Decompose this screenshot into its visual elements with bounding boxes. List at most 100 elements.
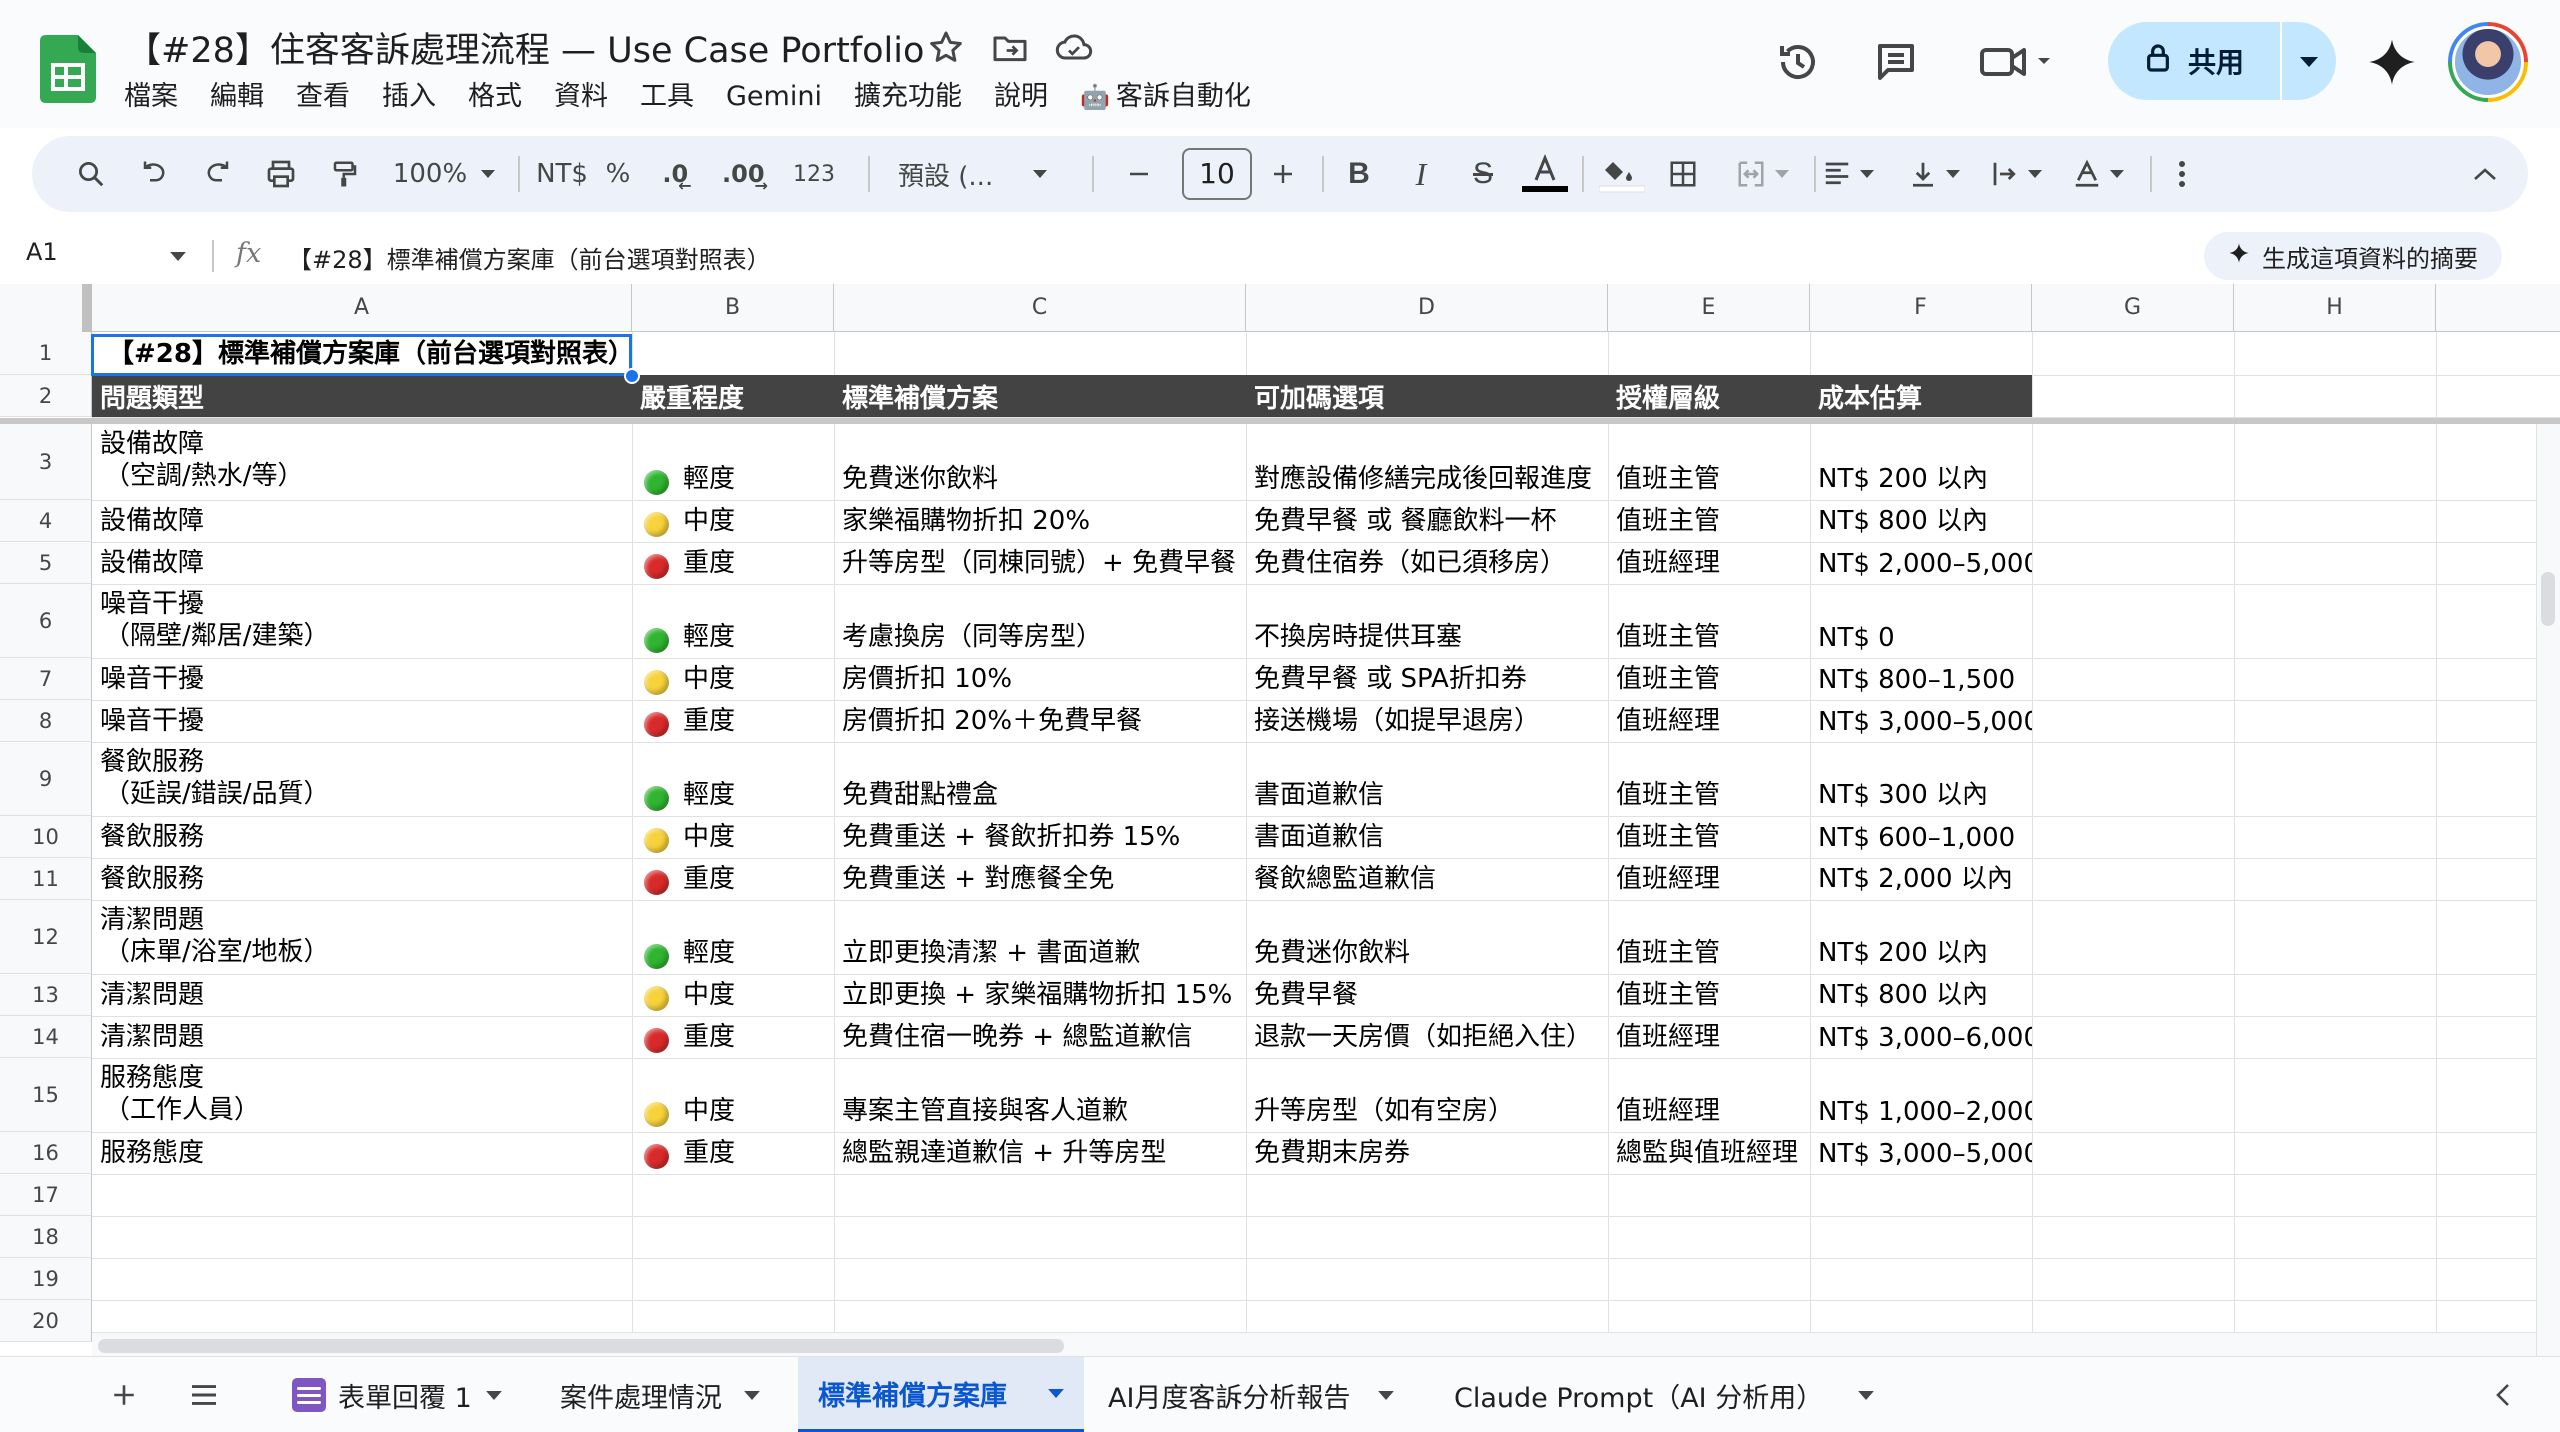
paint-format-icon[interactable] (320, 136, 370, 212)
sheet-tab-1[interactable]: 表單回覆 1 (272, 1357, 522, 1432)
sheet-tab-5[interactable]: Claude Prompt（AI 分析用） (1434, 1357, 1894, 1432)
authorization-cell[interactable]: 總監與值班經理 (1608, 1132, 1810, 1174)
compensation-plan-cell[interactable]: 升等房型（同棟同號）+ 免費早餐 (834, 542, 1246, 584)
compensation-plan-cell[interactable]: 總監親達道歉信 + 升等房型 (834, 1132, 1246, 1174)
extra-option-cell[interactable]: 免費迷你飲料 (1246, 900, 1608, 974)
zoom-select[interactable]: 100% (384, 136, 504, 212)
severity-cell[interactable]: 重度 (632, 542, 834, 584)
row-header-14[interactable]: 14 (0, 1016, 92, 1058)
strikethrough-icon[interactable]: S (1458, 136, 1508, 212)
issue-type-cell[interactable]: 噪音干擾 （隔壁/鄰居/建築） (92, 584, 632, 658)
tab-options-caret-icon[interactable] (1048, 1388, 1064, 1398)
row-header-1[interactable]: 1 (0, 332, 92, 375)
cost-estimate-cell[interactable]: NT$ 800 以內 (1810, 500, 2032, 542)
format-percent-button[interactable]: % (598, 136, 638, 212)
bold-icon[interactable]: B (1334, 136, 1384, 212)
vertical-scroll-thumb[interactable] (2541, 572, 2555, 626)
issue-type-cell[interactable]: 設備故障 (92, 542, 632, 584)
authorization-cell[interactable]: 值班經理 (1608, 542, 1810, 584)
version-history-icon[interactable] (1774, 38, 1822, 86)
extra-option-cell[interactable]: 餐飲總監道歉信 (1246, 858, 1608, 900)
severity-cell[interactable]: 重度 (632, 858, 834, 900)
cost-estimate-cell[interactable]: NT$ 2,000–5,000 (1810, 542, 2032, 584)
row-header-9[interactable]: 9 (0, 742, 92, 816)
issue-type-cell[interactable]: 清潔問題 （床單/浴室/地板） (92, 900, 632, 974)
row-header-19[interactable]: 19 (0, 1258, 92, 1300)
decrease-decimal-button[interactable]: .0 ← (650, 136, 704, 212)
cost-estimate-cell[interactable]: NT$ 3,000–6,000 (1810, 1016, 2032, 1058)
compensation-plan-cell[interactable]: 專案主管直接與客人道歉 (834, 1058, 1246, 1132)
comments-icon[interactable] (1872, 38, 1920, 86)
document-title[interactable]: 【#28】住客客訴處理流程 — Use Case Portfolio (126, 22, 924, 73)
tab-options-caret-icon[interactable] (486, 1390, 502, 1400)
formula-input[interactable]: 【#28】標準補償方案庫（前台選項對照表） (288, 240, 771, 275)
sheet-tab-2[interactable]: 案件處理情況 (540, 1357, 780, 1432)
star-icon[interactable] (926, 28, 966, 68)
merge-cells-icon[interactable] (1722, 136, 1802, 212)
cost-estimate-cell[interactable]: NT$ 3,000–5,000 (1810, 1132, 2032, 1174)
all-sheets-menu-icon[interactable] (176, 1357, 232, 1432)
extra-option-cell[interactable]: 不換房時提供耳塞 (1246, 584, 1608, 658)
compensation-plan-cell[interactable]: 免費重送 + 對應餐全免 (834, 858, 1246, 900)
severity-cell[interactable]: 中度 (632, 500, 834, 542)
decrease-font-size-icon[interactable] (1114, 136, 1164, 212)
menu-help[interactable]: 說明 (978, 78, 1064, 116)
format-currency-button[interactable]: NT$ (532, 136, 592, 212)
issue-type-cell[interactable]: 噪音干擾 (92, 700, 632, 742)
caret-down-icon[interactable] (170, 246, 186, 265)
row-header-4[interactable]: 4 (0, 500, 92, 542)
row-header-3[interactable]: 3 (0, 424, 92, 500)
font-family-select[interactable]: 預設 (... (884, 136, 1074, 212)
cost-estimate-cell[interactable]: NT$ 200 以內 (1810, 424, 2032, 500)
menu-tools[interactable]: 工具 (624, 78, 710, 116)
severity-cell[interactable]: 中度 (632, 658, 834, 700)
column-title-cell[interactable]: 可加碼選項 (1246, 375, 1608, 417)
cost-estimate-cell[interactable]: NT$ 2,000 以內 (1810, 858, 2032, 900)
authorization-cell[interactable]: 值班主管 (1608, 742, 1810, 816)
column-title-cell[interactable]: 問題類型 (92, 375, 632, 417)
column-header-d[interactable]: D (1246, 284, 1608, 332)
extra-option-cell[interactable]: 免費早餐 或 SPA折扣券 (1246, 658, 1608, 700)
issue-type-cell[interactable]: 清潔問題 (92, 1016, 632, 1058)
extra-option-cell[interactable]: 書面道歉信 (1246, 742, 1608, 816)
menu-insert[interactable]: 插入 (366, 78, 452, 116)
row-header-17[interactable]: 17 (0, 1174, 92, 1216)
compensation-plan-cell[interactable]: 免費甜點禮盒 (834, 742, 1246, 816)
column-header-e[interactable]: E (1608, 284, 1810, 332)
extra-option-cell[interactable]: 接送機場（如提早退房） (1246, 700, 1608, 742)
compensation-plan-cell[interactable]: 免費迷你飲料 (834, 424, 1246, 500)
row-header-18[interactable]: 18 (0, 1216, 92, 1258)
horizontal-scroll-thumb[interactable] (98, 1339, 1064, 1353)
issue-type-cell[interactable]: 服務態度 (92, 1132, 632, 1174)
compensation-plan-cell[interactable]: 考慮換房（同等房型） (834, 584, 1246, 658)
severity-cell[interactable]: 中度 (632, 1058, 834, 1132)
issue-type-cell[interactable]: 設備故障 (92, 500, 632, 542)
add-sheet-icon[interactable] (96, 1357, 152, 1432)
column-header-h[interactable]: H (2234, 284, 2436, 332)
row-header-7[interactable]: 7 (0, 658, 92, 700)
compensation-plan-cell[interactable]: 立即更換 + 家樂福購物折扣 15% (834, 974, 1246, 1016)
extra-option-cell[interactable]: 對應設備修繕完成後回報進度 (1246, 424, 1608, 500)
authorization-cell[interactable]: 值班經理 (1608, 700, 1810, 742)
issue-type-cell[interactable]: 清潔問題 (92, 974, 632, 1016)
authorization-cell[interactable]: 值班主管 (1608, 584, 1810, 658)
extra-option-cell[interactable]: 免費早餐 (1246, 974, 1608, 1016)
compensation-plan-cell[interactable]: 免費重送 + 餐飲折扣券 15% (834, 816, 1246, 858)
row-header-5[interactable]: 5 (0, 542, 92, 584)
cost-estimate-cell[interactable]: NT$ 200 以內 (1810, 900, 2032, 974)
borders-icon[interactable] (1658, 136, 1708, 212)
generate-summary-button[interactable]: 生成這項資料的摘要 (2204, 232, 2502, 280)
sheet-tab-4[interactable]: AI月度客訴分析報告 (1088, 1357, 1414, 1432)
menu-data[interactable]: 資料 (538, 78, 624, 116)
column-header-a[interactable]: A (92, 284, 632, 332)
authorization-cell[interactable]: 值班主管 (1608, 816, 1810, 858)
vertical-scrollbar[interactable] (2536, 424, 2560, 1356)
severity-cell[interactable]: 重度 (632, 700, 834, 742)
text-color-icon[interactable] (1520, 136, 1570, 212)
severity-cell[interactable]: 輕度 (632, 424, 834, 500)
column-title-cell[interactable]: 標準補償方案 (834, 375, 1246, 417)
redo-icon[interactable] (192, 136, 242, 212)
cost-estimate-cell[interactable]: NT$ 3,000–5,000 (1810, 700, 2032, 742)
menu-edit[interactable]: 編輯 (194, 78, 280, 116)
authorization-cell[interactable]: 值班主管 (1608, 900, 1810, 974)
